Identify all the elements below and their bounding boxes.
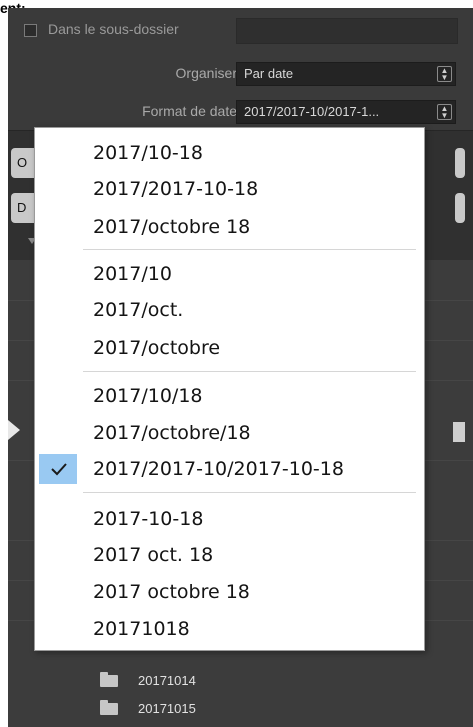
date-format-label: Format de date: [142, 103, 237, 119]
menu-item[interactable]: 2017-10-18: [35, 504, 424, 534]
date-format-select[interactable]: 2017/2017-10/2017-1... ▲ ▼: [236, 100, 456, 124]
organize-label: Organiser: [175, 65, 237, 81]
folder-label: 20171015: [138, 701, 196, 716]
menu-item[interactable]: 20171018: [35, 614, 424, 644]
checkmark-icon: [39, 454, 77, 484]
menu-item[interactable]: 2017/2017-10-18: [35, 174, 424, 204]
expand-arrow-icon[interactable]: [8, 420, 20, 440]
date-format-dropdown-menu: 2017/10-18 2017/2017-10-18 2017/octobre …: [34, 127, 425, 651]
menu-item[interactable]: 2017/10-18: [35, 138, 424, 168]
menu-item[interactable]: 2017/oct.: [35, 295, 424, 325]
subfolder-row: Dans le sous-dossier: [8, 8, 473, 44]
menu-item[interactable]: 2017/10/18: [35, 381, 424, 411]
menu-separator: [83, 249, 416, 250]
side-button-right-2[interactable]: [455, 193, 465, 223]
organize-select-value: Par date: [244, 66, 294, 81]
select-arrows-icon: ▲ ▼: [437, 66, 452, 82]
subfolder-label: Dans le sous-dossier: [48, 21, 179, 37]
folder-icon: [100, 672, 118, 687]
organize-select[interactable]: Par date ▲ ▼: [236, 62, 456, 86]
menu-item[interactable]: 2017/octobre/18: [35, 418, 424, 448]
menu-separator: [83, 371, 416, 372]
side-button-right-1[interactable]: [455, 148, 465, 178]
subfolder-checkbox[interactable]: [24, 24, 37, 37]
subfolder-name-input[interactable]: [236, 18, 458, 44]
folder-label: 20171014: [138, 673, 196, 688]
menu-item-selected[interactable]: 2017/2017-10/2017-10-18: [35, 454, 424, 484]
menu-item[interactable]: 2017/octobre: [35, 333, 424, 363]
menu-item[interactable]: 2017/10: [35, 259, 424, 289]
menu-item[interactable]: 2017 oct. 18: [35, 540, 424, 570]
select-arrows-icon: ▲ ▼: [437, 104, 452, 120]
menu-separator: [83, 492, 416, 493]
menu-item[interactable]: 2017/octobre 18: [35, 212, 424, 242]
menu-item[interactable]: 2017 octobre 18: [35, 577, 424, 607]
date-format-select-value: 2017/2017-10/2017-1...: [244, 104, 380, 119]
folder-icon: [100, 700, 118, 715]
scroll-handle[interactable]: [453, 422, 465, 442]
